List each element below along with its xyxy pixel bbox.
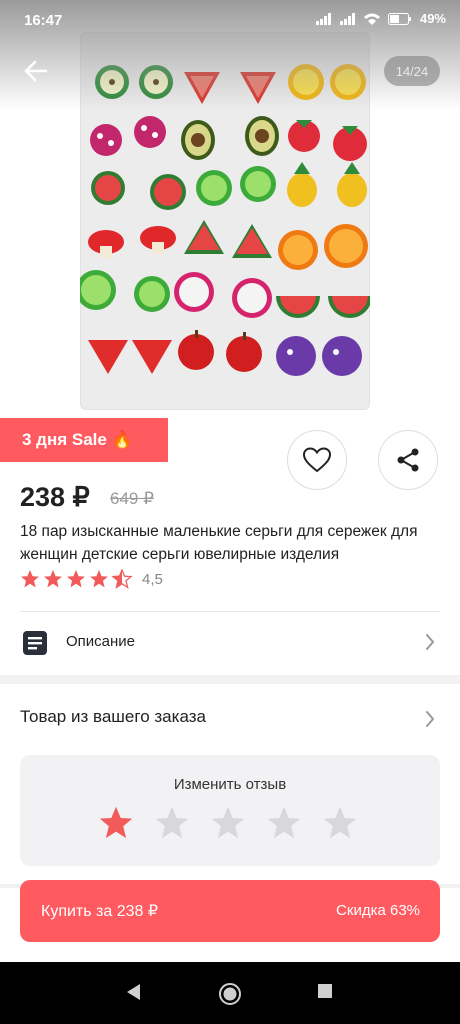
- review-card: Изменить отзыв: [20, 755, 440, 866]
- review-star-rating[interactable]: [97, 805, 359, 841]
- star-half-icon: [112, 569, 132, 589]
- battery-percent: 49%: [419, 11, 446, 26]
- signal-icon: [339, 12, 355, 25]
- order-section-title: Товар из вашего заказа: [20, 707, 206, 726]
- star-icon[interactable]: [97, 805, 135, 841]
- star-icon: [21, 570, 39, 588]
- section-separator: [0, 675, 460, 684]
- chevron-right-icon: [426, 634, 435, 650]
- star-icon: [90, 570, 108, 588]
- buy-label: Купить за 238 ₽: [41, 903, 159, 920]
- system-nav-bar: [0, 962, 460, 1024]
- current-price: 238 ₽: [20, 482, 90, 512]
- recents-square-icon[interactable]: [316, 982, 334, 1000]
- back-button[interactable]: [20, 56, 54, 86]
- document-icon: [23, 631, 47, 655]
- rating-value: 4,5: [142, 570, 163, 588]
- battery-icon: [387, 12, 411, 25]
- share-icon: [397, 448, 419, 472]
- rating-stars: [21, 569, 132, 589]
- product-rating[interactable]: 4,5: [20, 569, 163, 589]
- buy-button[interactable]: Купить за 238 ₽ Скидка 63%: [20, 880, 440, 942]
- home-circle-icon[interactable]: [218, 982, 242, 1006]
- share-button[interactable]: [378, 430, 438, 490]
- review-label: Изменить отзыв: [173, 776, 287, 793]
- sale-badge: 3 дня Sale 🔥: [0, 418, 168, 462]
- discount-label: Скидка 63%: [336, 902, 420, 919]
- wifi-icon: [363, 13, 380, 25]
- favorite-button[interactable]: [287, 430, 347, 490]
- status-bar: 16:47 49%: [0, 0, 460, 44]
- star-icon: [44, 570, 62, 588]
- description-label: Описание: [66, 633, 136, 650]
- star-icon[interactable]: [321, 805, 359, 841]
- image-counter: 14/24: [384, 56, 440, 86]
- product-title: 18 пар изысканные маленькие серьги для с…: [20, 523, 418, 563]
- star-icon: [67, 570, 85, 588]
- star-icon[interactable]: [265, 805, 303, 841]
- arrow-left-icon: [24, 60, 48, 82]
- chevron-right-icon: [426, 711, 435, 727]
- star-icon[interactable]: [153, 805, 191, 841]
- status-time: 16:47: [24, 12, 63, 29]
- heart-icon: [303, 447, 331, 473]
- signal-icon: [315, 12, 331, 25]
- old-price: 649 ₽: [110, 489, 154, 508]
- description-row[interactable]: Описание: [0, 612, 460, 674]
- star-icon[interactable]: [209, 805, 247, 841]
- back-triangle-icon[interactable]: [124, 982, 142, 1002]
